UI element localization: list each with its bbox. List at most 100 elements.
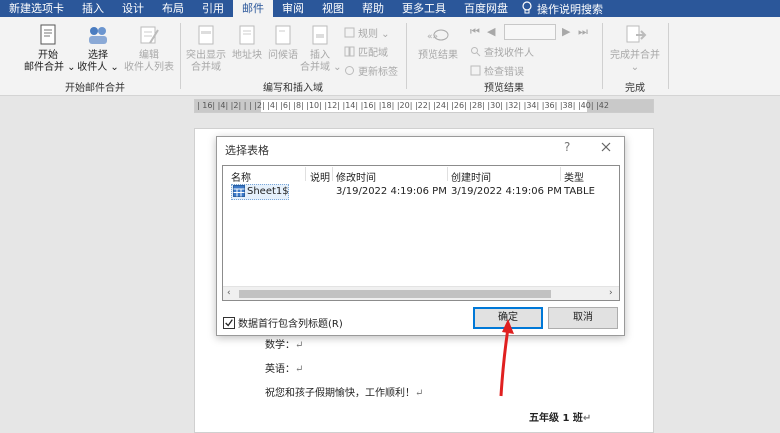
group-preview-label: 预览结果 — [484, 83, 524, 94]
find-recipient-button[interactable]: 查找收件人 — [470, 44, 534, 59]
tab-references[interactable]: 引用 — [193, 0, 233, 17]
match-fields-icon — [344, 46, 355, 57]
column-header-type[interactable]: 类型 — [564, 169, 584, 184]
tab-layout[interactable]: 布局 — [153, 0, 193, 17]
tell-me-label: 操作说明搜索 — [537, 2, 603, 16]
scrollbar-thumb[interactable] — [239, 290, 551, 298]
header-row-checkbox-wrap[interactable]: 数据首行包含列标题(R) — [223, 315, 343, 330]
column-divider — [560, 167, 561, 181]
ribbon-divider — [180, 23, 181, 89]
tab-mailings[interactable]: 邮件 — [233, 0, 273, 17]
start-mail-merge-button[interactable]: 开始 邮件合并 ⌄ — [24, 22, 76, 74]
select-recipients-button[interactable]: 选择 收件人 ⌄ — [76, 22, 120, 74]
column-header-name[interactable]: 名称 — [231, 169, 251, 184]
doc-line-math: 数学：↵ — [265, 340, 304, 351]
doc-line-wish: 祝您和孩子假期愉快，工作顺利！↵ — [265, 388, 424, 399]
scroll-left-icon[interactable]: ‹ — [227, 288, 231, 298]
finish-merge-label: 完成并合并 ⌄ — [610, 50, 660, 73]
start-mail-merge-label: 开始 邮件合并 ⌄ — [24, 50, 76, 73]
match-fields-label: 匹配域 — [358, 48, 388, 59]
ribbon-divider — [406, 23, 407, 89]
match-fields-button[interactable]: 匹配域 — [344, 44, 388, 59]
insert-merge-field-button[interactable]: 插入 合并域 ⌄ — [300, 22, 342, 74]
table-icon — [233, 185, 245, 200]
select-table-dialog: 选择表格 ? 名称 说明 修改时间 创建时间 类型 Sheet1$ 3/19/2… — [216, 136, 625, 336]
group-write-insert-fields: 突出显示 合并域 地址块 问候语 插入 合并域 ⌄ 规则 ⌄ 匹配域 更新标签 … — [182, 17, 404, 96]
rules-button[interactable]: 规则 ⌄ — [344, 25, 390, 40]
tab-insert[interactable]: 插入 — [73, 0, 113, 17]
tab-review[interactable]: 审阅 — [273, 0, 313, 17]
tab-baidu-netdisk[interactable]: 百度网盘 — [455, 0, 517, 17]
preview-results-label: 预览结果 — [418, 50, 458, 61]
previous-record-button[interactable]: ◀ — [487, 25, 495, 38]
column-header-modified[interactable]: 修改时间 — [336, 169, 376, 184]
row-type: TABLE — [564, 186, 595, 197]
address-block-label: 地址块 — [232, 50, 262, 61]
cancel-button[interactable]: 取消 — [548, 307, 618, 329]
group-finish-label: 完成 — [625, 83, 645, 94]
group-preview-results: «» 预览结果 ⏮ ◀ ▶ ⏭ 查找收件人 检查错误 预览结果 — [408, 17, 600, 96]
next-record-button[interactable]: ▶ — [562, 25, 570, 38]
edit-recipient-list-button[interactable]: 编辑 收件人列表 — [122, 22, 176, 74]
preview-results-button[interactable]: «» 预览结果 — [414, 22, 462, 62]
check-errors-label: 检查错误 — [484, 67, 524, 78]
finish-merge-button[interactable]: 完成并合并 ⌄ — [606, 22, 664, 74]
group-write-label: 编写和插入域 — [263, 83, 323, 94]
record-number-input[interactable] — [504, 24, 556, 40]
address-block-icon — [234, 22, 260, 48]
ribbon: 开始 邮件合并 ⌄ 选择 收件人 ⌄ 编辑 收件人列表 开始邮件合并 突出显示 … — [0, 17, 780, 96]
lightbulb-icon — [521, 0, 533, 17]
row-name: Sheet1$ — [247, 186, 289, 197]
column-divider — [447, 167, 448, 181]
list-header: 名称 说明 修改时间 创建时间 类型 — [223, 166, 619, 184]
doc-line-english: 英语：↵ — [265, 364, 304, 375]
table-row[interactable]: Sheet1$ 3/19/2022 4:19:06 PM 3/19/2022 4… — [225, 184, 617, 200]
address-block-button[interactable]: 地址块 — [230, 22, 264, 62]
ruler-ticks: | 16| |4| |2| | | |2| |4| |6| |8| |10| |… — [197, 101, 609, 110]
edit-recipient-list-label: 编辑 收件人列表 — [124, 50, 174, 73]
column-header-description[interactable]: 说明 — [310, 169, 330, 184]
first-record-button[interactable]: ⏮ — [470, 25, 480, 39]
table-list[interactable]: 名称 说明 修改时间 创建时间 类型 Sheet1$ 3/19/2022 4:1… — [222, 165, 620, 301]
search-icon — [470, 46, 481, 57]
column-divider — [305, 167, 306, 181]
header-row-checkbox[interactable] — [223, 316, 235, 329]
row-created: 3/19/2022 4:19:06 PM — [451, 186, 562, 197]
select-recipients-label: 选择 收件人 ⌄ — [77, 50, 119, 73]
tab-more-tools[interactable]: 更多工具 — [393, 0, 455, 17]
refresh-icon — [344, 65, 355, 76]
column-header-created[interactable]: 创建时间 — [451, 169, 491, 184]
greeting-line-label: 问候语 — [268, 50, 298, 61]
highlight-merge-fields-button[interactable]: 突出显示 合并域 — [186, 22, 226, 74]
row-modified: 3/19/2022 4:19:06 PM — [336, 186, 447, 197]
recipients-icon — [85, 22, 111, 48]
check-errors-button[interactable]: 检查错误 — [470, 63, 524, 78]
help-button[interactable]: ? — [564, 140, 570, 154]
tell-me-search[interactable]: 操作说明搜索 — [521, 0, 603, 17]
dialog-title: 选择表格 — [225, 144, 269, 157]
tab-new[interactable]: 新建选项卡 — [0, 0, 73, 17]
ribbon-divider — [602, 23, 603, 89]
document-icon — [35, 22, 61, 48]
scroll-right-icon[interactable]: › — [609, 288, 613, 298]
close-icon[interactable] — [599, 140, 613, 154]
update-labels-label: 更新标签 — [358, 67, 398, 78]
horizontal-scrollbar[interactable]: ‹ › — [223, 286, 619, 300]
tab-help[interactable]: 帮助 — [353, 0, 393, 17]
group-start-label: 开始邮件合并 — [65, 83, 125, 94]
update-labels-button[interactable]: 更新标签 — [344, 63, 398, 78]
header-row-checkbox-label: 数据首行包含列标题(R) — [238, 319, 343, 330]
horizontal-ruler[interactable]: | 16| |4| |2| | | |2| |4| |6| |8| |10| |… — [194, 99, 654, 113]
edit-list-icon — [136, 22, 162, 48]
find-recipient-label: 查找收件人 — [484, 48, 534, 59]
svg-text:«»: «» — [427, 32, 438, 42]
preview-icon: «» — [425, 22, 451, 48]
tab-design[interactable]: 设计 — [113, 0, 153, 17]
last-record-button[interactable]: ⏭ — [578, 25, 588, 39]
ribbon-tab-bar: 新建选项卡 插入 设计 布局 引用 邮件 审阅 视图 帮助 更多工具 百度网盘 … — [0, 0, 780, 17]
highlight-icon — [193, 22, 219, 48]
group-finish: 完成并合并 ⌄ 完成 — [604, 17, 666, 96]
column-divider — [332, 167, 333, 181]
tab-view[interactable]: 视图 — [313, 0, 353, 17]
greeting-line-button[interactable]: 问候语 — [266, 22, 300, 62]
